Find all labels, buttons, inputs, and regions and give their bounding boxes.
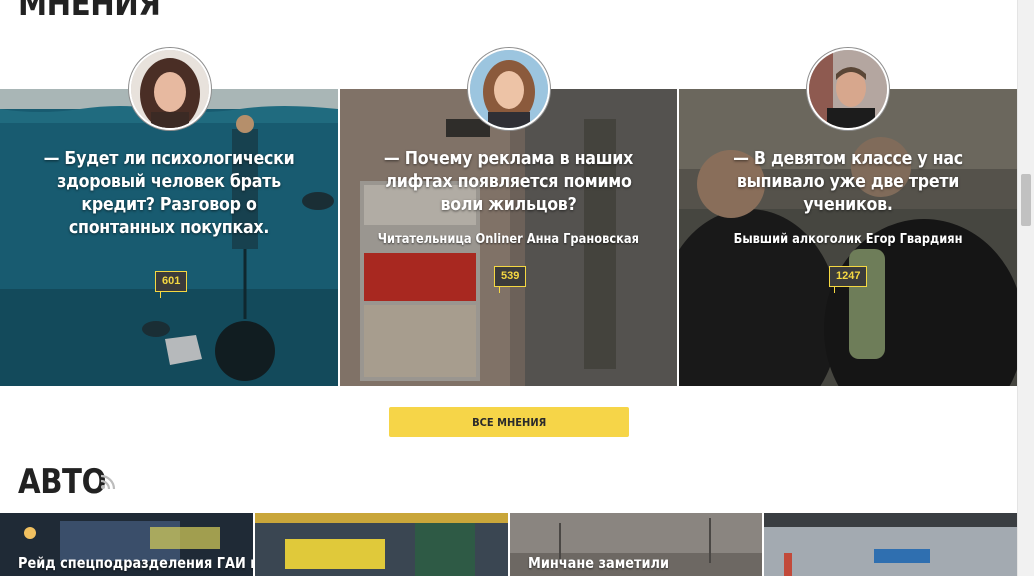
author-avatar[interactable] bbox=[129, 48, 211, 130]
comment-count-badge[interactable]: 1247 bbox=[829, 266, 868, 293]
auto-news-card[interactable] bbox=[764, 513, 1017, 576]
opinion-card[interactable]: — В девятом классе у нас выпивало уже дв… bbox=[679, 89, 1017, 386]
opinion-quote[interactable]: — Будет ли психологически здоровый челов… bbox=[20, 147, 318, 239]
opinion-card[interactable]: — Будет ли психологически здоровый челов… bbox=[0, 89, 338, 386]
scrollbar-thumb[interactable] bbox=[1021, 174, 1031, 226]
opinions-cards: — Будет ли психологически здоровый челов… bbox=[0, 89, 1017, 386]
rss-icon[interactable] bbox=[100, 474, 116, 490]
vertical-scrollbar[interactable] bbox=[1017, 0, 1034, 576]
auto-news-card[interactable]: Минчане заметили bbox=[510, 513, 762, 576]
opinion-card[interactable]: — Почему реклама в наших лифтах появляет… bbox=[340, 89, 677, 386]
comment-count-badge[interactable]: 601 bbox=[155, 271, 188, 298]
comment-count-badge[interactable]: 539 bbox=[494, 266, 527, 293]
page: МНЕНИЯ — Будет ли психологически здоровы… bbox=[0, 0, 1017, 576]
all-opinions-button[interactable]: ВСЕ МНЕНИЯ bbox=[389, 407, 629, 437]
author-avatar[interactable] bbox=[468, 48, 550, 130]
avatar-image bbox=[809, 50, 887, 128]
auto-card-photo bbox=[255, 513, 508, 576]
auto-card-photo bbox=[764, 513, 1017, 576]
author-avatar[interactable] bbox=[807, 48, 889, 130]
auto-news-title[interactable]: Минчане заметили bbox=[528, 554, 750, 573]
opinion-quote[interactable]: — В девятом классе у нас выпивало уже дв… bbox=[699, 147, 997, 216]
opinion-author[interactable]: Читательница Onliner Анна Грановская bbox=[350, 232, 667, 247]
opinion-quote[interactable]: — Почему реклама в наших лифтах появляет… bbox=[360, 147, 657, 216]
avatar-image bbox=[131, 50, 209, 128]
opinion-author[interactable]: Бывший алкоголик Егор Гвардиян bbox=[689, 232, 1007, 247]
section-title-auto[interactable]: АВТО bbox=[18, 462, 106, 502]
auto-news-title[interactable]: Рейд спецподразделения ГАИ на bbox=[18, 554, 253, 573]
auto-news-card[interactable] bbox=[255, 513, 508, 576]
section-title-opinions[interactable]: МНЕНИЯ bbox=[18, 0, 161, 24]
auto-news-card[interactable]: Рейд спецподразделения ГАИ на bbox=[0, 513, 253, 576]
avatar-image bbox=[470, 50, 548, 128]
